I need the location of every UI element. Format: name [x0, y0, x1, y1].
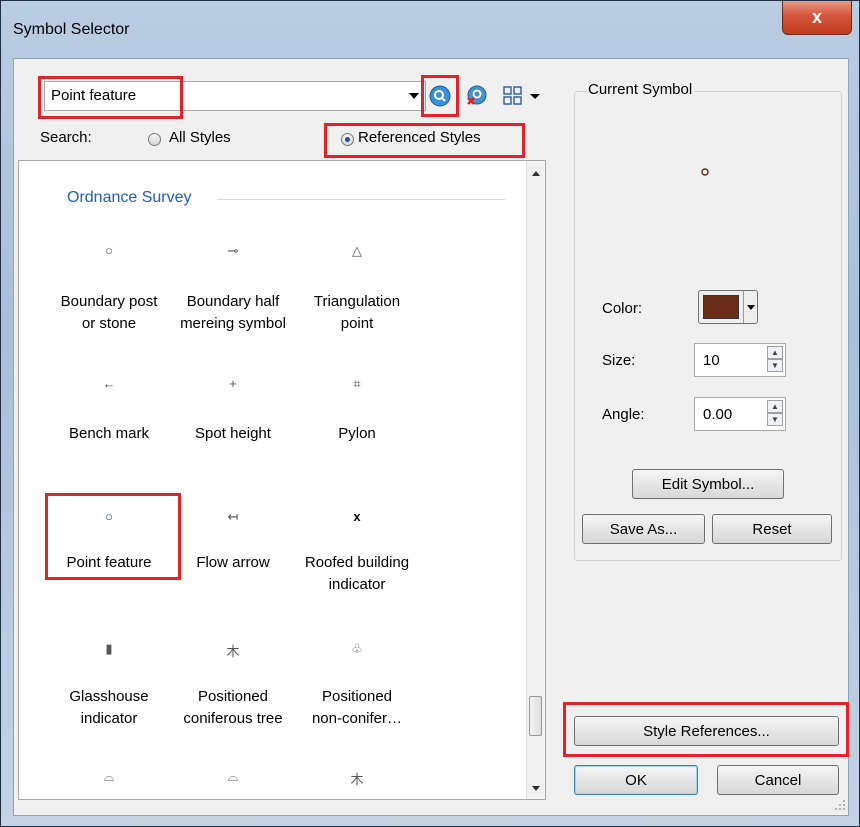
- symbol-label: mereing symbol: [180, 315, 286, 332]
- symbol-label: Triangulation: [313, 293, 401, 310]
- chevron-down-icon[interactable]: [409, 93, 419, 99]
- symbol-glyph: +: [229, 376, 237, 391]
- highlight-box-search-icon: [421, 75, 459, 117]
- cancel-label: Cancel: [754, 771, 802, 789]
- symbol-label: non-conifer…: [311, 710, 403, 727]
- angle-label: Angle:: [602, 406, 645, 423]
- group-divider: [217, 199, 505, 200]
- title-bar[interactable]: Symbol Selector x: [1, 1, 859, 57]
- scroll-down-icon[interactable]: [531, 785, 541, 793]
- symbol-glyph: △: [352, 243, 362, 258]
- cancel-button[interactable]: Cancel: [717, 765, 839, 795]
- scrollbar-thumb[interactable]: [529, 696, 542, 736]
- symbol-glyph: ⽊: [226, 644, 240, 659]
- symbol-item[interactable]: Glasshouse indicator: [47, 686, 171, 730]
- ok-button[interactable]: OK: [574, 765, 698, 795]
- close-button[interactable]: x: [782, 1, 852, 35]
- symbol-label: indicator: [80, 710, 138, 727]
- angle-value: 0.00: [703, 406, 733, 423]
- symbol-label: indicator: [328, 576, 386, 593]
- group-title: Ordnance Survey: [67, 189, 192, 206]
- symbol-item[interactable]: Flow arrow: [171, 552, 295, 574]
- symbol-label: Spot height: [195, 425, 271, 442]
- clear-search-icon[interactable]: [465, 84, 489, 108]
- highlight-box-point-feature: [45, 493, 181, 580]
- symbol-item[interactable]: Positioned non-conifer…: [295, 686, 419, 730]
- symbol-glyph: ▮: [105, 641, 113, 656]
- symbol-item[interactable]: Pylon: [295, 423, 419, 445]
- chevron-down-icon[interactable]: [743, 291, 758, 323]
- dialog-client: Point feature Search: All Styles Referen…: [13, 58, 849, 816]
- symbol-glyph: ⊸: [227, 243, 239, 258]
- symbol-label: Pylon: [338, 425, 376, 442]
- symbol-item[interactable]: Boundary post or stone: [47, 291, 171, 335]
- window-title: Symbol Selector: [13, 21, 130, 38]
- symbol-glyph: ←: [102, 376, 116, 391]
- current-symbol-label: Current Symbol: [586, 81, 695, 98]
- symbol-glyph: ⌓: [103, 769, 115, 784]
- view-options-icon[interactable]: [502, 84, 526, 108]
- symbol-glyph: ♧: [351, 641, 363, 656]
- symbol-glyph: ⽊: [350, 772, 364, 787]
- angle-stepper[interactable]: 0.00 ▲ ▼: [694, 397, 786, 431]
- ok-label: OK: [625, 771, 647, 789]
- size-label: Size:: [602, 352, 636, 369]
- size-stepper[interactable]: 10 ▲ ▼: [694, 343, 786, 377]
- highlight-box-referenced-styles: [324, 123, 525, 158]
- symbol-label: Flow arrow: [196, 554, 270, 571]
- symbol-label: Glasshouse: [69, 688, 149, 705]
- size-value: 10: [703, 352, 720, 369]
- symbol-label: Roofed building: [304, 554, 410, 571]
- save-as-button[interactable]: Save As...: [582, 514, 705, 544]
- symbol-label: Positioned: [197, 688, 269, 705]
- symbol-glyph: ↤: [227, 509, 239, 524]
- symbol-item[interactable]: Boundary half mereing symbol: [171, 291, 295, 335]
- symbol-glyph: ⌗: [353, 376, 361, 391]
- symbol-glyph: ○: [105, 243, 113, 258]
- scroll-up-icon[interactable]: [531, 169, 541, 177]
- symbol-label: Boundary post: [60, 293, 158, 310]
- highlight-box-style-references: [563, 702, 849, 757]
- symbol-item[interactable]: Spot height: [171, 423, 295, 445]
- reset-button[interactable]: Reset: [712, 514, 832, 544]
- symbol-item[interactable]: Positioned coniferous tree: [171, 686, 295, 730]
- reset-label: Reset: [752, 520, 792, 538]
- edit-symbol-button[interactable]: Edit Symbol...: [632, 469, 784, 499]
- resize-grip-icon[interactable]: [834, 799, 846, 811]
- spin-up-icon[interactable]: ▲: [767, 400, 783, 413]
- symbol-label: Boundary half: [186, 293, 280, 310]
- search-label: Search:: [40, 129, 92, 146]
- symbol-label: or stone: [81, 315, 137, 332]
- close-icon: x: [811, 7, 822, 27]
- symbol-glyph: ⌓: [227, 769, 239, 784]
- symbol-item[interactable]: Triangulation point: [295, 291, 419, 335]
- symbol-glyph: x: [353, 509, 361, 524]
- all-styles-radio[interactable]: [148, 133, 161, 146]
- color-swatch: [703, 295, 739, 319]
- spin-down-icon[interactable]: ▼: [767, 413, 783, 426]
- symbol-item[interactable]: Roofed building indicator: [295, 552, 419, 596]
- edit-symbol-label: Edit Symbol...: [661, 475, 755, 493]
- color-label: Color:: [602, 300, 643, 317]
- list-scrollbar[interactable]: [526, 161, 545, 799]
- color-picker[interactable]: [698, 290, 758, 324]
- spin-down-icon[interactable]: ▼: [767, 359, 783, 372]
- symbol-label: Positioned: [321, 688, 393, 705]
- chevron-down-icon[interactable]: [528, 84, 542, 108]
- symbol-list[interactable]: Ordnance Survey ○ Boundary post or stone…: [18, 160, 546, 800]
- highlight-box-search-combo: [38, 76, 183, 119]
- dialog-window: Symbol Selector x Point feature Search: …: [0, 0, 860, 827]
- all-styles-label[interactable]: All Styles: [169, 129, 231, 146]
- symbol-label: Bench mark: [68, 425, 150, 442]
- symbol-preview-icon: [701, 168, 709, 176]
- symbol-item[interactable]: Bench mark: [47, 423, 171, 445]
- save-as-label: Save As...: [609, 520, 678, 538]
- symbol-label: coniferous tree: [183, 710, 283, 727]
- spin-up-icon[interactable]: ▲: [767, 346, 783, 359]
- symbol-label: point: [340, 315, 374, 332]
